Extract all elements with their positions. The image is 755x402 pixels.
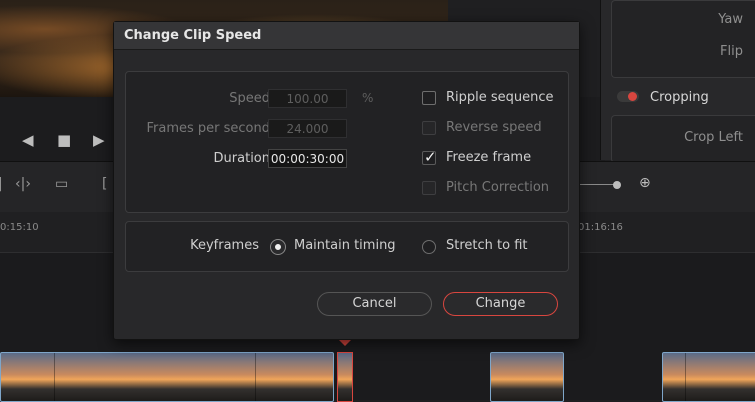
timeline-clip[interactable] (490, 352, 564, 402)
dialog-titlebar[interactable]: Change Clip Speed (114, 22, 579, 50)
toggle-knob-icon (628, 92, 637, 101)
zoom-in-icon[interactable]: ⊕ (639, 175, 651, 191)
crop-left-label: Crop Left (684, 130, 743, 145)
dialog-title: Change Clip Speed (124, 28, 262, 43)
speed-unit: % (362, 91, 374, 105)
blade-tool-icon[interactable]: | (0, 176, 3, 192)
speed-settings-panel: Speed 100.00 % Frames per second 24.000 … (125, 71, 569, 213)
freeze-frame-clip[interactable] (337, 338, 353, 402)
freeze-frame-label: Freeze frame (446, 150, 532, 165)
ripple-sequence-checkbox[interactable] (422, 91, 436, 105)
zoom-slider-handle[interactable] (613, 181, 621, 189)
duration-label: Duration (213, 151, 270, 166)
freeze-frame-checkbox[interactable]: ✓ (422, 148, 437, 166)
cropping-label: Cropping (650, 90, 709, 105)
fps-label: Frames per second (146, 121, 271, 136)
change-clip-speed-dialog: Change Clip Speed Speed 100.00 % Frames … (113, 21, 580, 340)
dynamic-trim-icon[interactable]: ▭ (55, 176, 68, 192)
duration-input[interactable]: 00:00:30:00 (268, 149, 347, 168)
cropping-toggle[interactable] (617, 91, 639, 102)
reverse-speed-checkbox[interactable] (422, 121, 436, 135)
maintain-timing-label: Maintain timing (294, 238, 396, 253)
stop-icon[interactable]: ■ (57, 131, 71, 149)
ruler-timecode-right: 01:16:16 (578, 222, 623, 233)
speed-label: Speed (229, 91, 270, 106)
stretch-to-fit-radio[interactable] (422, 240, 436, 254)
step-back-icon[interactable]: ▏ (0, 131, 10, 149)
trim-tool-icon[interactable]: ‹|› (15, 176, 31, 192)
change-button[interactable]: Change (443, 292, 558, 316)
keyframes-panel: Keyframes Maintain timing Stretch to fit (125, 221, 569, 272)
speed-input[interactable]: 100.00 (268, 89, 347, 108)
flip-label: Flip (720, 44, 743, 59)
ripple-sequence-label: Ripple sequence (446, 90, 554, 105)
yaw-label: Yaw (718, 12, 743, 27)
zoom-slider-track[interactable] (578, 184, 618, 185)
play-icon[interactable]: ▶ (93, 131, 105, 149)
play-reverse-icon[interactable]: ◀ (22, 131, 34, 149)
snap-tool-icon[interactable]: [ (102, 176, 107, 192)
fps-input[interactable]: 24.000 (268, 119, 347, 138)
reverse-speed-label: Reverse speed (446, 120, 542, 135)
cancel-button[interactable]: Cancel (317, 292, 432, 316)
maintain-timing-radio[interactable] (270, 239, 286, 255)
timeline-clip[interactable] (0, 352, 334, 402)
ruler-timecode-left: 0:15:10 (0, 222, 39, 233)
pitch-correction-checkbox[interactable] (422, 181, 436, 195)
checkmark-icon: ✓ (424, 148, 437, 166)
timeline-clip[interactable] (662, 352, 755, 402)
pitch-correction-label: Pitch Correction (446, 180, 550, 195)
stretch-to-fit-label: Stretch to fit (446, 238, 528, 253)
keyframes-label: Keyframes (190, 238, 259, 253)
freeze-clip-body[interactable] (337, 352, 353, 402)
